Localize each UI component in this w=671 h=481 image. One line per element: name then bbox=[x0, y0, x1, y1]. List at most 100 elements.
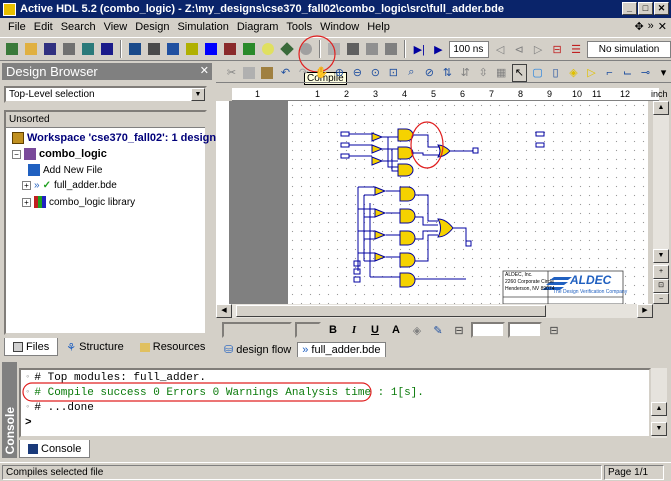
compile-all-icon[interactable] bbox=[364, 40, 380, 58]
zoom-fit-icon[interactable]: ⊙ bbox=[368, 64, 383, 82]
diagram-canvas[interactable]: ALDEC The Design Verification Company AL… bbox=[230, 101, 648, 304]
menu-file[interactable]: File bbox=[4, 21, 30, 33]
step-back-icon[interactable]: ◁ bbox=[492, 40, 508, 58]
scroll-right-icon[interactable]: ▶ bbox=[637, 304, 653, 318]
save-icon[interactable] bbox=[42, 40, 58, 58]
save-all-icon[interactable] bbox=[61, 40, 77, 58]
pull-icon[interactable]: ⇳ bbox=[476, 64, 491, 82]
chevron-right-icon[interactable]: » bbox=[648, 20, 654, 33]
menu-diagram[interactable]: Diagram bbox=[233, 21, 283, 33]
scroll-thumb[interactable] bbox=[236, 305, 546, 317]
menu-simulation[interactable]: Simulation bbox=[173, 21, 232, 33]
wire-icon[interactable]: ⌐ bbox=[602, 64, 617, 82]
step-over-icon[interactable]: ▷ bbox=[530, 40, 546, 58]
zoom-out-scroll-icon[interactable]: − bbox=[653, 293, 669, 304]
collapse-icon[interactable]: − bbox=[12, 149, 21, 159]
sim-time-input[interactable]: 100 ns bbox=[449, 40, 490, 58]
port-icon[interactable]: ◈ bbox=[566, 64, 581, 82]
console-output[interactable]: ◦ # Top modules: full_adder. ◦ # Compile s… bbox=[19, 368, 651, 438]
full-adder-item[interactable]: + » ✓ full_adder.bde bbox=[22, 180, 117, 191]
design-flow-icon[interactable] bbox=[127, 40, 143, 58]
horizontal-scrollbar[interactable]: ◀ ▶ bbox=[216, 304, 653, 318]
line-type-combo[interactable] bbox=[508, 322, 542, 338]
minimize-button[interactable]: _ bbox=[622, 2, 637, 15]
menu-help[interactable]: Help bbox=[363, 21, 394, 33]
monitor-icon[interactable] bbox=[165, 40, 181, 58]
undo-icon[interactable]: ↶ bbox=[278, 64, 293, 82]
redo-icon[interactable]: ↷ bbox=[296, 64, 311, 82]
run-for-icon[interactable]: ▶ bbox=[430, 40, 446, 58]
tab-files[interactable]: Files bbox=[4, 338, 59, 356]
zoom-fit-scroll-icon[interactable]: ⊡ bbox=[653, 279, 669, 293]
line-style-icon[interactable]: ⊟ bbox=[450, 321, 468, 339]
workspace-icon[interactable] bbox=[99, 40, 115, 58]
new-workspace-icon[interactable] bbox=[4, 40, 20, 58]
zoom-select-icon[interactable]: ⊘ bbox=[422, 64, 437, 82]
menu-view[interactable]: View bbox=[100, 21, 132, 33]
italic-icon[interactable]: I bbox=[345, 321, 363, 339]
hierarchy-up-icon[interactable]: ⇅ bbox=[440, 64, 455, 82]
breakpoint-icon[interactable]: ⊟ bbox=[549, 40, 565, 58]
scroll-left-icon[interactable]: ◀ bbox=[216, 304, 232, 318]
block-icon[interactable] bbox=[241, 40, 257, 58]
menu-search[interactable]: Search bbox=[57, 21, 100, 33]
fub-icon[interactable]: ▯ bbox=[548, 64, 563, 82]
library-manager-icon[interactable] bbox=[222, 40, 238, 58]
push-icon[interactable]: ⇵ bbox=[458, 64, 473, 82]
line-width-combo[interactable] bbox=[471, 322, 505, 338]
font-color-icon[interactable]: A bbox=[387, 321, 405, 339]
fill-color-icon[interactable]: ◈ bbox=[408, 321, 426, 339]
design-item[interactable]: − combo_logic bbox=[12, 148, 107, 160]
scroll-down-icon[interactable]: ▼ bbox=[651, 422, 667, 436]
bus-icon[interactable]: ⌙ bbox=[620, 64, 635, 82]
tab-design-flow[interactable]: ⛁ design flow bbox=[220, 342, 295, 357]
step-into-icon[interactable]: ⊲ bbox=[511, 40, 527, 58]
tab-full-adder[interactable]: » full_adder.bde bbox=[297, 342, 386, 357]
scroll-up-icon[interactable]: ▲ bbox=[651, 402, 667, 416]
scroll-up-icon[interactable]: ▲ bbox=[653, 101, 669, 115]
paste-icon[interactable] bbox=[260, 64, 275, 82]
workspace-item[interactable]: Workspace 'cse370_fall02': 1 design(s) bbox=[12, 132, 230, 144]
scroll-down-icon[interactable]: ▼ bbox=[653, 249, 669, 263]
top-level-selector[interactable]: Top-Level selection ▼ bbox=[4, 86, 207, 103]
pan-icon[interactable]: ✋ bbox=[314, 64, 329, 82]
menu-window[interactable]: Window bbox=[316, 21, 363, 33]
bulb-icon[interactable] bbox=[260, 40, 276, 58]
zoom-page-icon[interactable]: ⌕ bbox=[404, 64, 419, 82]
zoom-in-icon[interactable]: ⊕ bbox=[332, 64, 347, 82]
expand-icon[interactable]: + bbox=[22, 181, 31, 190]
chevron-down-icon[interactable]: ▼ bbox=[191, 88, 205, 101]
arrange-icon[interactable]: ⊟ bbox=[545, 321, 563, 339]
underline-icon[interactable]: U bbox=[366, 321, 384, 339]
close-doc-icon[interactable]: ✕ bbox=[658, 20, 667, 33]
zoom-out-icon[interactable]: ⊖ bbox=[350, 64, 365, 82]
close-icon[interactable]: ✕ bbox=[200, 63, 209, 80]
list-icon[interactable]: ☰ bbox=[568, 40, 584, 58]
add-new-file-item[interactable]: Add New File bbox=[28, 164, 102, 176]
copy-icon[interactable] bbox=[242, 64, 257, 82]
open-folder-icon[interactable] bbox=[23, 40, 39, 58]
schematic-sheet[interactable]: ALDEC The Design Verification Company AL… bbox=[288, 101, 648, 304]
expand-icon[interactable]: + bbox=[22, 197, 31, 207]
close-button[interactable]: ✕ bbox=[654, 2, 669, 15]
blue-square-icon[interactable] bbox=[203, 40, 219, 58]
tab-structure[interactable]: ⚘ Structure bbox=[58, 338, 132, 356]
menu-tools[interactable]: Tools bbox=[282, 21, 316, 33]
maximize-button[interactable]: □ bbox=[638, 2, 653, 15]
line-color-icon[interactable]: ✎ bbox=[429, 321, 447, 339]
vertical-scrollbar[interactable]: ▲ ▼ + ⊡ − bbox=[653, 101, 669, 304]
select-arrow-icon[interactable]: ↖ bbox=[511, 63, 528, 82]
library-item[interactable]: + combo_logic library bbox=[22, 196, 135, 208]
run-icon[interactable]: ▶| bbox=[411, 40, 427, 58]
tree-header[interactable]: Unsorted bbox=[6, 112, 205, 128]
compile-reorder-icon[interactable] bbox=[383, 40, 399, 58]
symbol-icon[interactable]: ▢ bbox=[530, 64, 545, 82]
compile-selected-icon[interactable] bbox=[345, 40, 361, 58]
tab-console[interactable]: Console bbox=[19, 440, 91, 458]
grid-icon[interactable]: ▦ bbox=[494, 64, 509, 82]
chevron-down-icon[interactable]: ▾ bbox=[656, 64, 671, 82]
cut-icon[interactable]: ✂ bbox=[224, 64, 239, 82]
menu-edit[interactable]: Edit bbox=[30, 21, 57, 33]
console-prompt[interactable]: > bbox=[25, 417, 32, 429]
zoom-in-scroll-icon[interactable]: + bbox=[653, 265, 669, 279]
